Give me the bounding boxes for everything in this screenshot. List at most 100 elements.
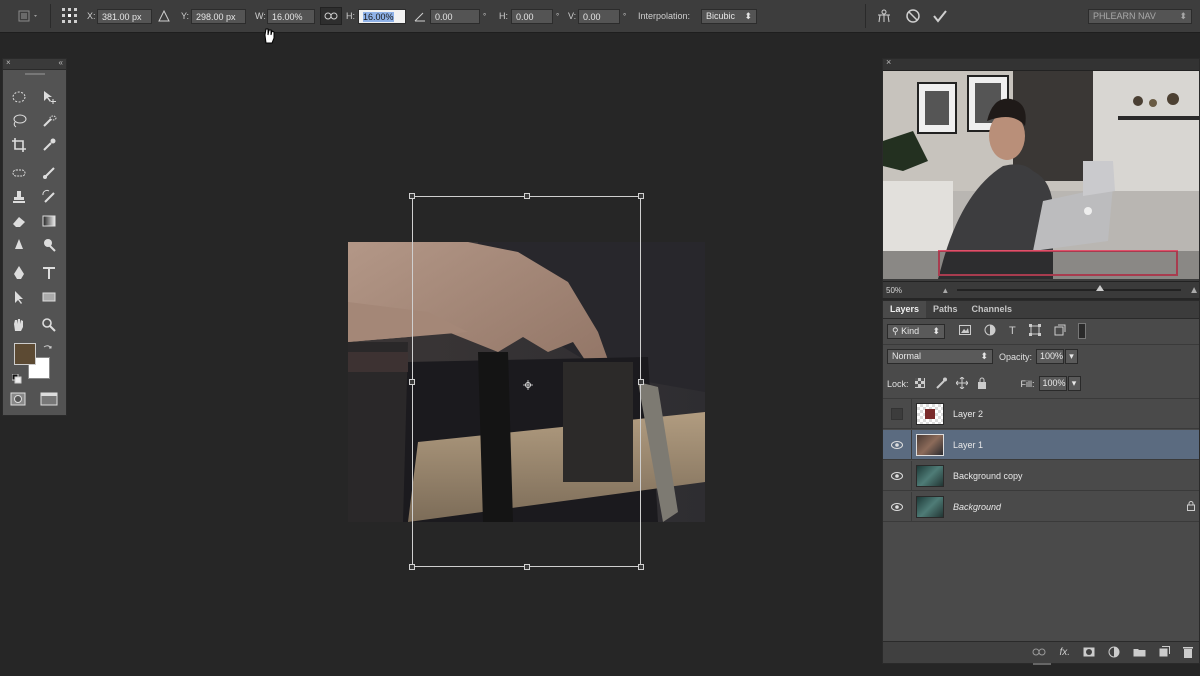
layer-row-layer-2[interactable]: Layer 2 xyxy=(883,398,1199,429)
transform-handle-top-right[interactable] xyxy=(638,193,644,199)
quick-selection-tool-icon[interactable] xyxy=(39,111,59,131)
navigator-zoom-slider[interactable] xyxy=(957,285,1182,291)
layer-row-background-copy[interactable]: Background copy xyxy=(883,460,1199,491)
quick-mask-icon[interactable] xyxy=(8,389,28,409)
lasso-tool-icon[interactable] xyxy=(9,111,29,131)
collapse-icon[interactable]: « xyxy=(59,58,63,67)
layer-row-layer-1[interactable]: Layer 1 xyxy=(883,429,1199,460)
layer-effects-icon[interactable]: fx. xyxy=(1059,647,1070,658)
close-icon[interactable]: × xyxy=(6,58,11,67)
opacity-dropdown-icon[interactable]: ▾ xyxy=(1065,349,1079,364)
gradient-tool-icon[interactable] xyxy=(39,211,59,231)
spot-healing-tool-icon[interactable] xyxy=(9,163,29,183)
crop-tool-icon[interactable] xyxy=(9,135,29,155)
smart-object-filter-icon[interactable] xyxy=(1054,324,1066,338)
y-position-input[interactable]: 298.00 px xyxy=(191,8,246,24)
cancel-transform-icon[interactable] xyxy=(905,0,921,32)
zoom-in-icon[interactable]: ▲ xyxy=(1189,285,1199,296)
layer-visibility-toggle[interactable] xyxy=(883,460,912,491)
commit-transform-icon[interactable] xyxy=(932,0,948,32)
fill-dropdown-icon[interactable]: ▾ xyxy=(1067,376,1081,391)
lock-all-icon[interactable] xyxy=(977,377,987,391)
blur-tool-icon[interactable] xyxy=(9,235,29,255)
interpolation-select[interactable]: Bicubic ⬍ xyxy=(701,8,757,24)
delete-layer-icon[interactable] xyxy=(1183,646,1193,660)
layer-filter-select[interactable]: ⚲ Kind ⬍ xyxy=(887,323,945,339)
blend-mode-select[interactable]: Normal ⬍ xyxy=(887,349,993,364)
eyedropper-tool-icon[interactable] xyxy=(39,135,59,155)
navigator-preview[interactable] xyxy=(883,71,1199,279)
transform-handle-bottom-center[interactable] xyxy=(524,564,530,570)
lock-position-icon[interactable] xyxy=(955,376,968,391)
shape-layer-filter-icon[interactable] xyxy=(1028,324,1041,338)
add-layer-mask-icon[interactable] xyxy=(1083,647,1095,659)
tab-paths[interactable]: Paths xyxy=(926,301,965,318)
swap-colors-icon[interactable] xyxy=(43,341,53,359)
layer-name[interactable]: Background xyxy=(953,502,1001,512)
layer-visibility-toggle[interactable] xyxy=(883,398,912,429)
pen-tool-icon[interactable] xyxy=(9,263,29,283)
skew-vertical-input[interactable]: 0.00 xyxy=(578,8,620,24)
link-icon[interactable] xyxy=(320,0,342,32)
foreground-color-swatch-top[interactable] xyxy=(14,343,36,365)
layer-visibility-toggle[interactable] xyxy=(883,491,912,522)
brush-tool-icon[interactable] xyxy=(39,163,59,183)
default-colors-icon[interactable] xyxy=(11,371,22,389)
warp-mode-icon[interactable] xyxy=(876,0,892,32)
tab-channels[interactable]: Channels xyxy=(965,301,1020,318)
transform-handle-top-left[interactable] xyxy=(409,193,415,199)
tab-layers[interactable]: Layers xyxy=(883,301,927,318)
panel-grip[interactable] xyxy=(25,73,45,75)
history-brush-tool-icon[interactable] xyxy=(39,187,59,207)
type-layer-filter-icon[interactable]: T xyxy=(1009,325,1016,337)
rectangle-tool-icon[interactable] xyxy=(39,287,59,307)
opacity-input[interactable]: 100% xyxy=(1036,349,1065,364)
transform-bounding-box[interactable] xyxy=(409,193,644,570)
reference-point-icon[interactable] xyxy=(60,0,80,32)
adjustment-layer-filter-icon[interactable] xyxy=(984,324,996,338)
new-layer-icon[interactable] xyxy=(1159,646,1170,659)
fill-input[interactable]: 100% xyxy=(1038,376,1067,391)
layer-name[interactable]: Layer 1 xyxy=(953,440,983,450)
elliptical-marquee-tool-icon[interactable] xyxy=(9,87,29,107)
height-input[interactable]: 16.00% xyxy=(358,8,406,24)
screen-mode-icon[interactable] xyxy=(39,389,59,409)
layer-name[interactable]: Background copy xyxy=(953,471,1023,481)
rotate-angle-input[interactable]: 0.00 xyxy=(430,8,480,24)
zoom-out-icon[interactable]: ▲ xyxy=(941,286,949,295)
path-selection-tool-icon[interactable] xyxy=(9,287,29,307)
skew-horizontal-input[interactable]: 0.00 xyxy=(511,8,553,24)
eraser-tool-icon[interactable] xyxy=(9,211,29,231)
tools-panel-header[interactable]: × « xyxy=(3,58,66,70)
link-layers-icon[interactable] xyxy=(1032,648,1046,658)
transform-handle-bottom-left[interactable] xyxy=(409,564,415,570)
zoom-tool-icon[interactable] xyxy=(39,315,59,335)
transform-tool-icon[interactable] xyxy=(16,0,40,32)
new-group-icon[interactable] xyxy=(1133,647,1146,659)
relative-position-icon[interactable] xyxy=(158,0,170,32)
transform-handle-middle-right[interactable] xyxy=(638,379,644,385)
hand-tool-icon[interactable] xyxy=(9,315,29,335)
panel-resize-grip[interactable] xyxy=(1033,663,1051,665)
pixel-layer-filter-icon[interactable] xyxy=(959,325,971,337)
close-icon[interactable]: × xyxy=(886,57,891,67)
transform-reference-point-icon[interactable] xyxy=(523,377,533,395)
navigator-zoom-value[interactable]: 50% xyxy=(886,286,911,295)
lock-transparent-pixels-icon[interactable] xyxy=(914,377,925,390)
lock-image-pixels-icon[interactable] xyxy=(935,377,947,391)
type-tool-icon[interactable] xyxy=(39,263,59,283)
transform-handle-middle-left[interactable] xyxy=(409,379,415,385)
filter-toggle-switch[interactable] xyxy=(1077,323,1086,339)
dodge-tool-icon[interactable] xyxy=(39,235,59,255)
workspace-select[interactable]: PHLEARN NAV ⬍ xyxy=(1088,8,1192,24)
transform-handle-top-center[interactable] xyxy=(524,193,530,199)
zoom-slider-thumb[interactable] xyxy=(1095,285,1104,291)
layer-row-background[interactable]: Background xyxy=(883,491,1199,522)
transform-handle-bottom-right[interactable] xyxy=(638,564,644,570)
x-position-input[interactable]: 381.00 px xyxy=(97,8,152,24)
new-adjustment-layer-icon[interactable] xyxy=(1108,646,1120,660)
clone-stamp-tool-icon[interactable] xyxy=(9,187,29,207)
layer-name[interactable]: Layer 2 xyxy=(953,409,983,419)
layer-visibility-toggle[interactable] xyxy=(883,429,912,460)
width-input[interactable]: 16.00% xyxy=(267,8,315,24)
